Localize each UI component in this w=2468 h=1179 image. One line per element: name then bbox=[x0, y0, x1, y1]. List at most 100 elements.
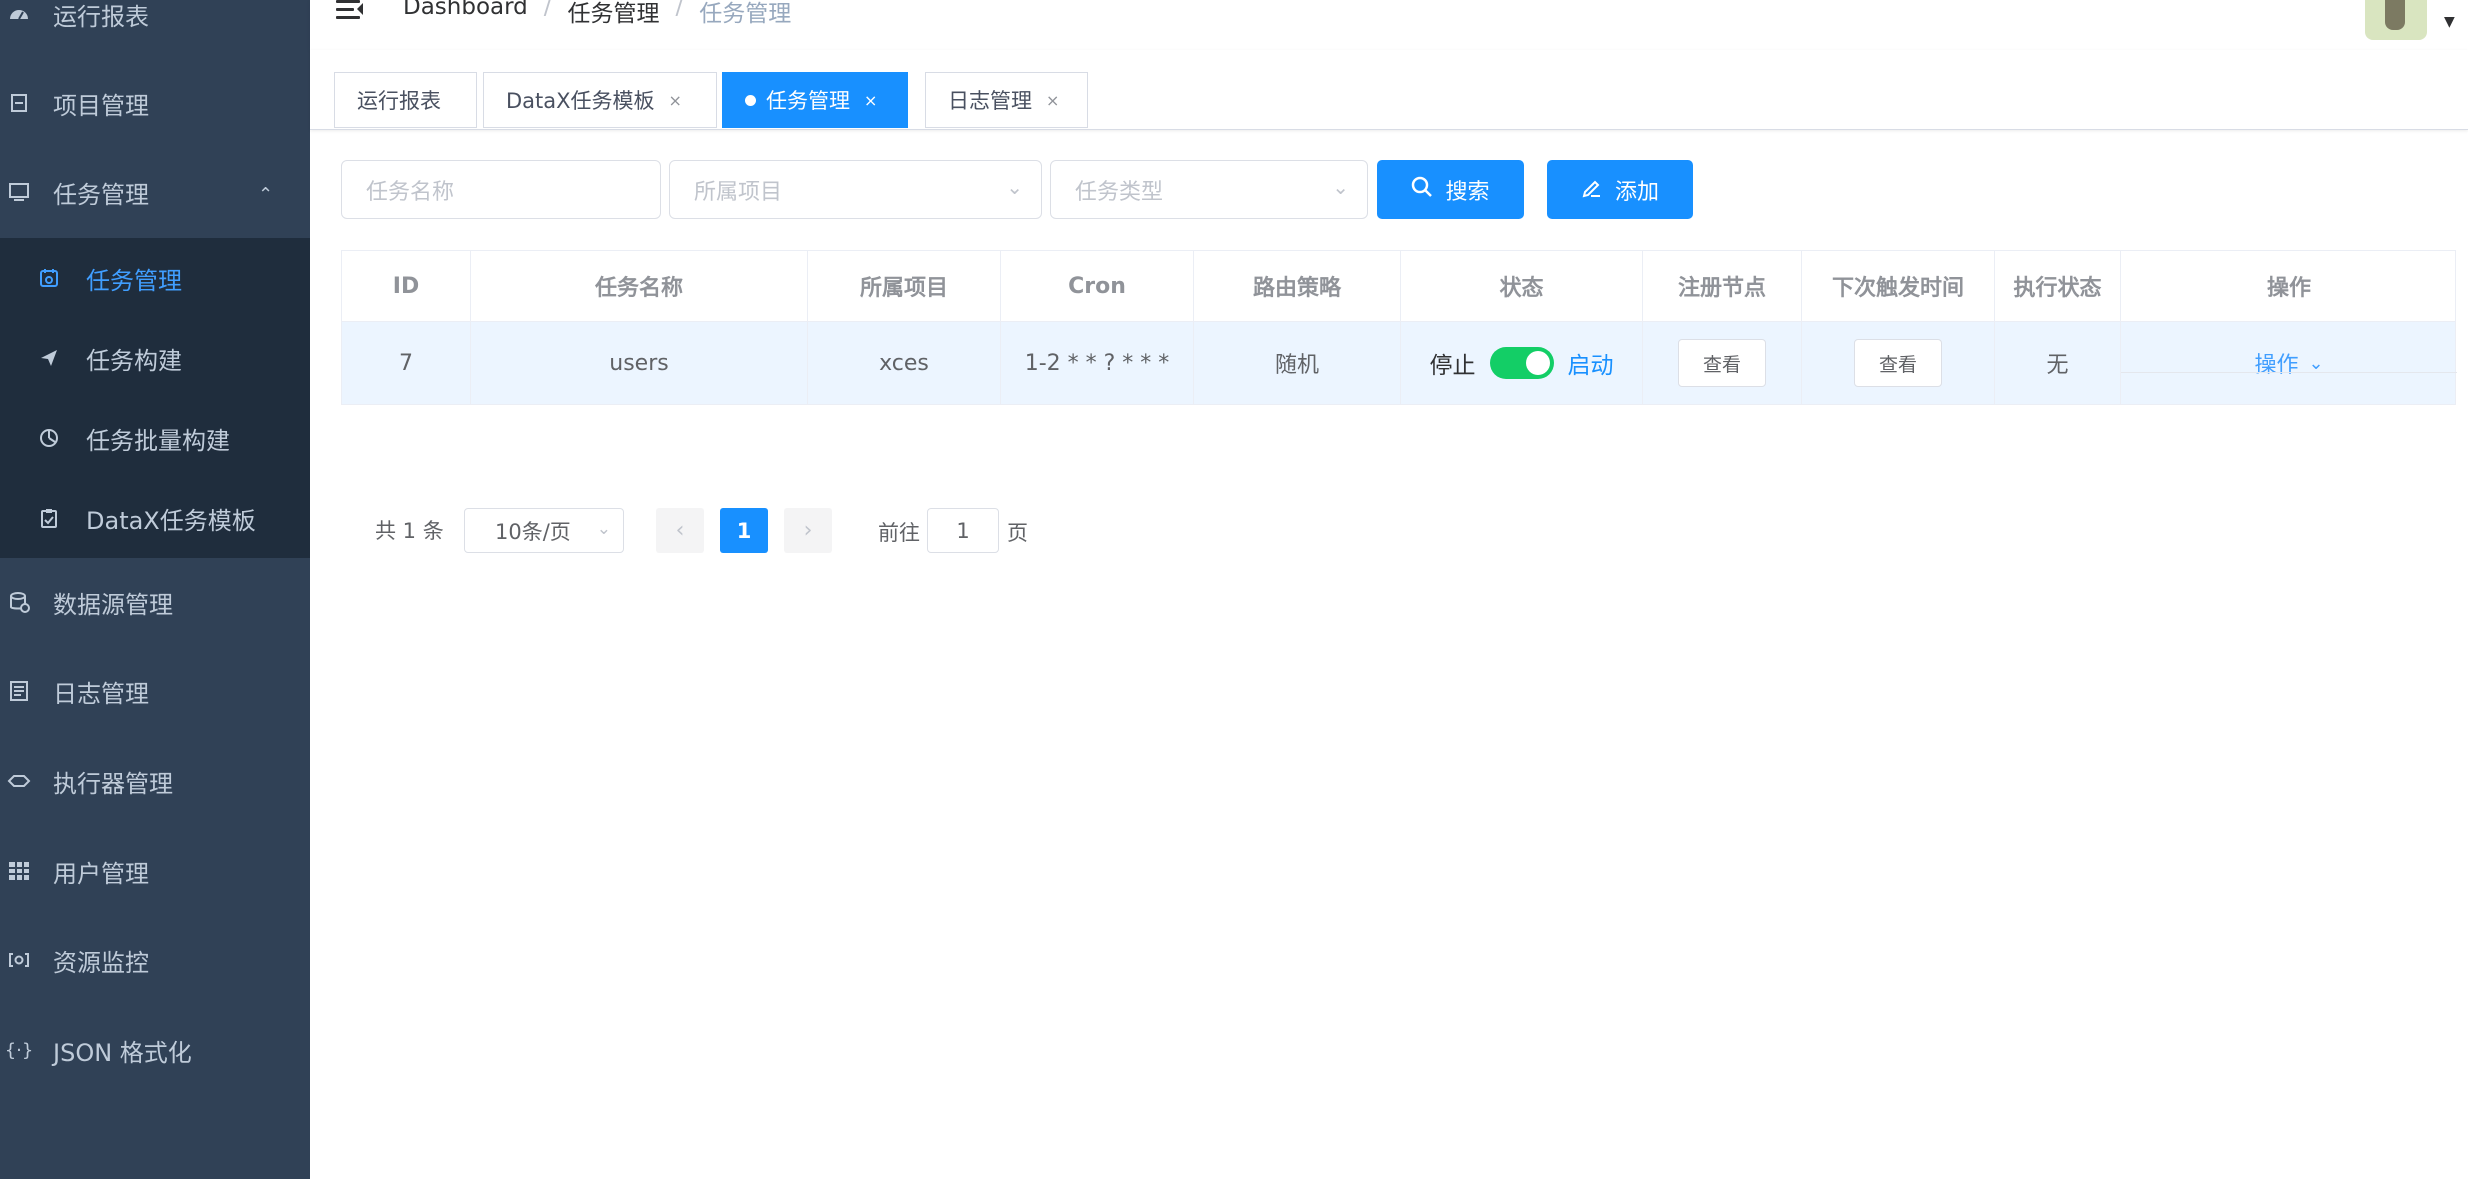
avatar-figure bbox=[2385, 0, 2405, 30]
task-type-select[interactable]: 任务类型 ⌄ bbox=[1050, 160, 1368, 219]
navbar: Dashboard / 任务管理 / 任务管理 ▼ bbox=[310, 0, 2468, 50]
active-dot-icon bbox=[745, 94, 756, 106]
page-number-current[interactable]: 1 bbox=[720, 508, 768, 553]
monitor-icon bbox=[6, 179, 32, 205]
pagination-total: 共 1 条 bbox=[375, 519, 444, 543]
tag-label: DataX任务模板 bbox=[506, 89, 655, 113]
header-task-name: 任务名称 bbox=[471, 251, 808, 321]
page-unit-label: 页 bbox=[1007, 521, 1028, 545]
sidebar-item-report[interactable]: 运行报表 bbox=[0, 0, 310, 58]
paper-plane-icon bbox=[38, 347, 60, 369]
header-cron: Cron bbox=[1001, 251, 1194, 321]
sidebar-item-executor[interactable]: 执行器管理 bbox=[0, 737, 310, 825]
header-next-trigger: 下次触发时间 bbox=[1802, 251, 1995, 321]
chevron-up-icon: ⌄ bbox=[258, 181, 274, 203]
cell-status: 停止 启动 bbox=[1401, 322, 1643, 404]
prev-page-button[interactable]: ‹ bbox=[656, 508, 704, 553]
status-switch-group: 停止 启动 bbox=[1430, 346, 1614, 380]
submenu-item-task-build[interactable]: 任务构建 bbox=[0, 318, 310, 398]
edit-icon bbox=[1581, 176, 1603, 204]
close-icon[interactable]: × bbox=[864, 91, 877, 110]
view-next-trigger-button[interactable]: 查看 bbox=[1854, 339, 1942, 387]
view-registry-button[interactable]: 查看 bbox=[1678, 339, 1766, 387]
chevron-left-icon: ‹ bbox=[675, 518, 685, 543]
cell-task-name: users bbox=[471, 322, 808, 404]
breadcrumb-separator: / bbox=[543, 0, 552, 20]
header-registry: 注册节点 bbox=[1643, 251, 1802, 321]
status-toggle[interactable] bbox=[1489, 347, 1554, 379]
next-page-button[interactable]: › bbox=[784, 508, 832, 553]
search-button[interactable]: 搜索 bbox=[1377, 160, 1524, 219]
hamburger-icon[interactable] bbox=[336, 0, 364, 22]
submenu-item-datax-template[interactable]: DataX任务模板 bbox=[0, 478, 310, 558]
close-icon[interactable]: × bbox=[669, 91, 682, 110]
sidebar: 运行报表 项目管理 任务管理 ⌄ 任务管理 任务构建 任务批量构建 DataX任… bbox=[0, 0, 310, 1179]
tag-label: 运行报表 bbox=[357, 89, 441, 113]
goto-page-input[interactable]: 1 bbox=[927, 508, 999, 553]
table-row: 7 users xces 1-2 * * ? * * * 随机 停止 启动 查看… bbox=[342, 322, 2457, 404]
dashboard-icon bbox=[6, 1, 32, 27]
cell-route: 随机 bbox=[1194, 322, 1401, 404]
operation-label: 操作 bbox=[2254, 353, 2299, 378]
project-placeholder: 所属项目 bbox=[694, 179, 783, 205]
cell-registry: 查看 bbox=[1643, 322, 1802, 404]
caret-down-icon[interactable]: ▼ bbox=[2444, 14, 2455, 30]
tag-datax-template[interactable]: DataX任务模板 × bbox=[483, 72, 717, 128]
braces-icon: {·} bbox=[4, 1039, 34, 1061]
cell-exec-status: 无 bbox=[1995, 322, 2121, 404]
sidebar-item-json-format[interactable]: {·} JSON 格式化 bbox=[0, 1006, 310, 1094]
tags-view: 运行报表 DataX任务模板 × 任务管理 × 日志管理 × bbox=[310, 50, 2468, 130]
log-icon bbox=[6, 678, 32, 704]
sidebar-item-log[interactable]: 日志管理 bbox=[0, 647, 310, 735]
tag-task-manage[interactable]: 任务管理 × bbox=[722, 72, 908, 128]
breadcrumb: Dashboard / 任务管理 / 任务管理 bbox=[403, 0, 791, 28]
header-project: 所属项目 bbox=[808, 251, 1001, 321]
sidebar-item-resource-monitor[interactable]: 资源监控 bbox=[0, 916, 310, 1004]
close-icon[interactable]: × bbox=[1046, 91, 1059, 110]
executor-icon bbox=[6, 768, 32, 794]
chevron-down-icon: ⌄ bbox=[1006, 175, 1023, 199]
add-button[interactable]: 添加 bbox=[1547, 160, 1693, 219]
page-size-value: 10条/页 bbox=[495, 519, 571, 544]
sidebar-item-user[interactable]: 用户管理 bbox=[0, 827, 310, 915]
header-exec-status: 执行状态 bbox=[1995, 251, 2121, 321]
sidebar-item-project[interactable]: 项目管理 bbox=[0, 59, 310, 147]
tag-log-manage[interactable]: 日志管理 × bbox=[925, 72, 1088, 128]
cell-id: 7 bbox=[342, 322, 471, 404]
avatar[interactable] bbox=[2365, 0, 2427, 40]
grid-icon bbox=[6, 858, 32, 884]
tag-report[interactable]: 运行报表 bbox=[334, 72, 477, 128]
breadcrumb-item-task[interactable]: 任务管理 bbox=[568, 0, 660, 28]
goto-label: 前往 bbox=[878, 521, 920, 545]
operation-dropdown[interactable]: 操作 ⌄ bbox=[2254, 347, 2323, 379]
submenu-item-task-manage[interactable]: 任务管理 bbox=[0, 238, 310, 318]
chevron-down-icon: ⌄ bbox=[596, 519, 611, 539]
header-id: ID bbox=[342, 251, 471, 321]
tag-label: 任务管理 bbox=[766, 89, 850, 113]
page-size-select[interactable]: 10条/页 ⌄ bbox=[464, 508, 624, 553]
cell-operation: 操作 ⌄ bbox=[2121, 322, 2457, 404]
cell-project: xces bbox=[808, 322, 1001, 404]
toggle-knob bbox=[1525, 351, 1550, 375]
cell-next-trigger: 查看 bbox=[1802, 322, 1995, 404]
sidebar-item-task[interactable]: 任务管理 ⌄ bbox=[0, 148, 310, 236]
breadcrumb-item-current: 任务管理 bbox=[699, 1, 792, 27]
project-icon bbox=[6, 90, 32, 116]
task-name-placeholder: 任务名称 bbox=[366, 179, 455, 205]
search-button-label: 搜索 bbox=[1445, 179, 1490, 205]
breadcrumb-separator: / bbox=[675, 0, 684, 20]
tag-label: 日志管理 bbox=[948, 89, 1032, 113]
add-button-label: 添加 bbox=[1614, 179, 1659, 205]
sidebar-item-datasource[interactable]: 数据源管理 bbox=[0, 558, 310, 646]
header-operation: 操作 bbox=[2266, 276, 2311, 301]
task-name-input[interactable]: 任务名称 bbox=[341, 160, 661, 219]
cell-cron: 1-2 * * ? * * * bbox=[1001, 322, 1194, 404]
divider bbox=[2121, 372, 2457, 373]
breadcrumb-item-dashboard[interactable]: Dashboard bbox=[403, 0, 528, 28]
submenu-item-task-batch-build[interactable]: 任务批量构建 bbox=[0, 398, 310, 478]
project-select[interactable]: 所属项目 ⌄ bbox=[669, 160, 1042, 219]
switch-on-label: 启动 bbox=[1567, 353, 1614, 379]
chevron-down-icon: ⌄ bbox=[2308, 352, 2324, 374]
chevron-right-icon: › bbox=[803, 518, 813, 543]
clipboard-icon bbox=[38, 507, 60, 529]
